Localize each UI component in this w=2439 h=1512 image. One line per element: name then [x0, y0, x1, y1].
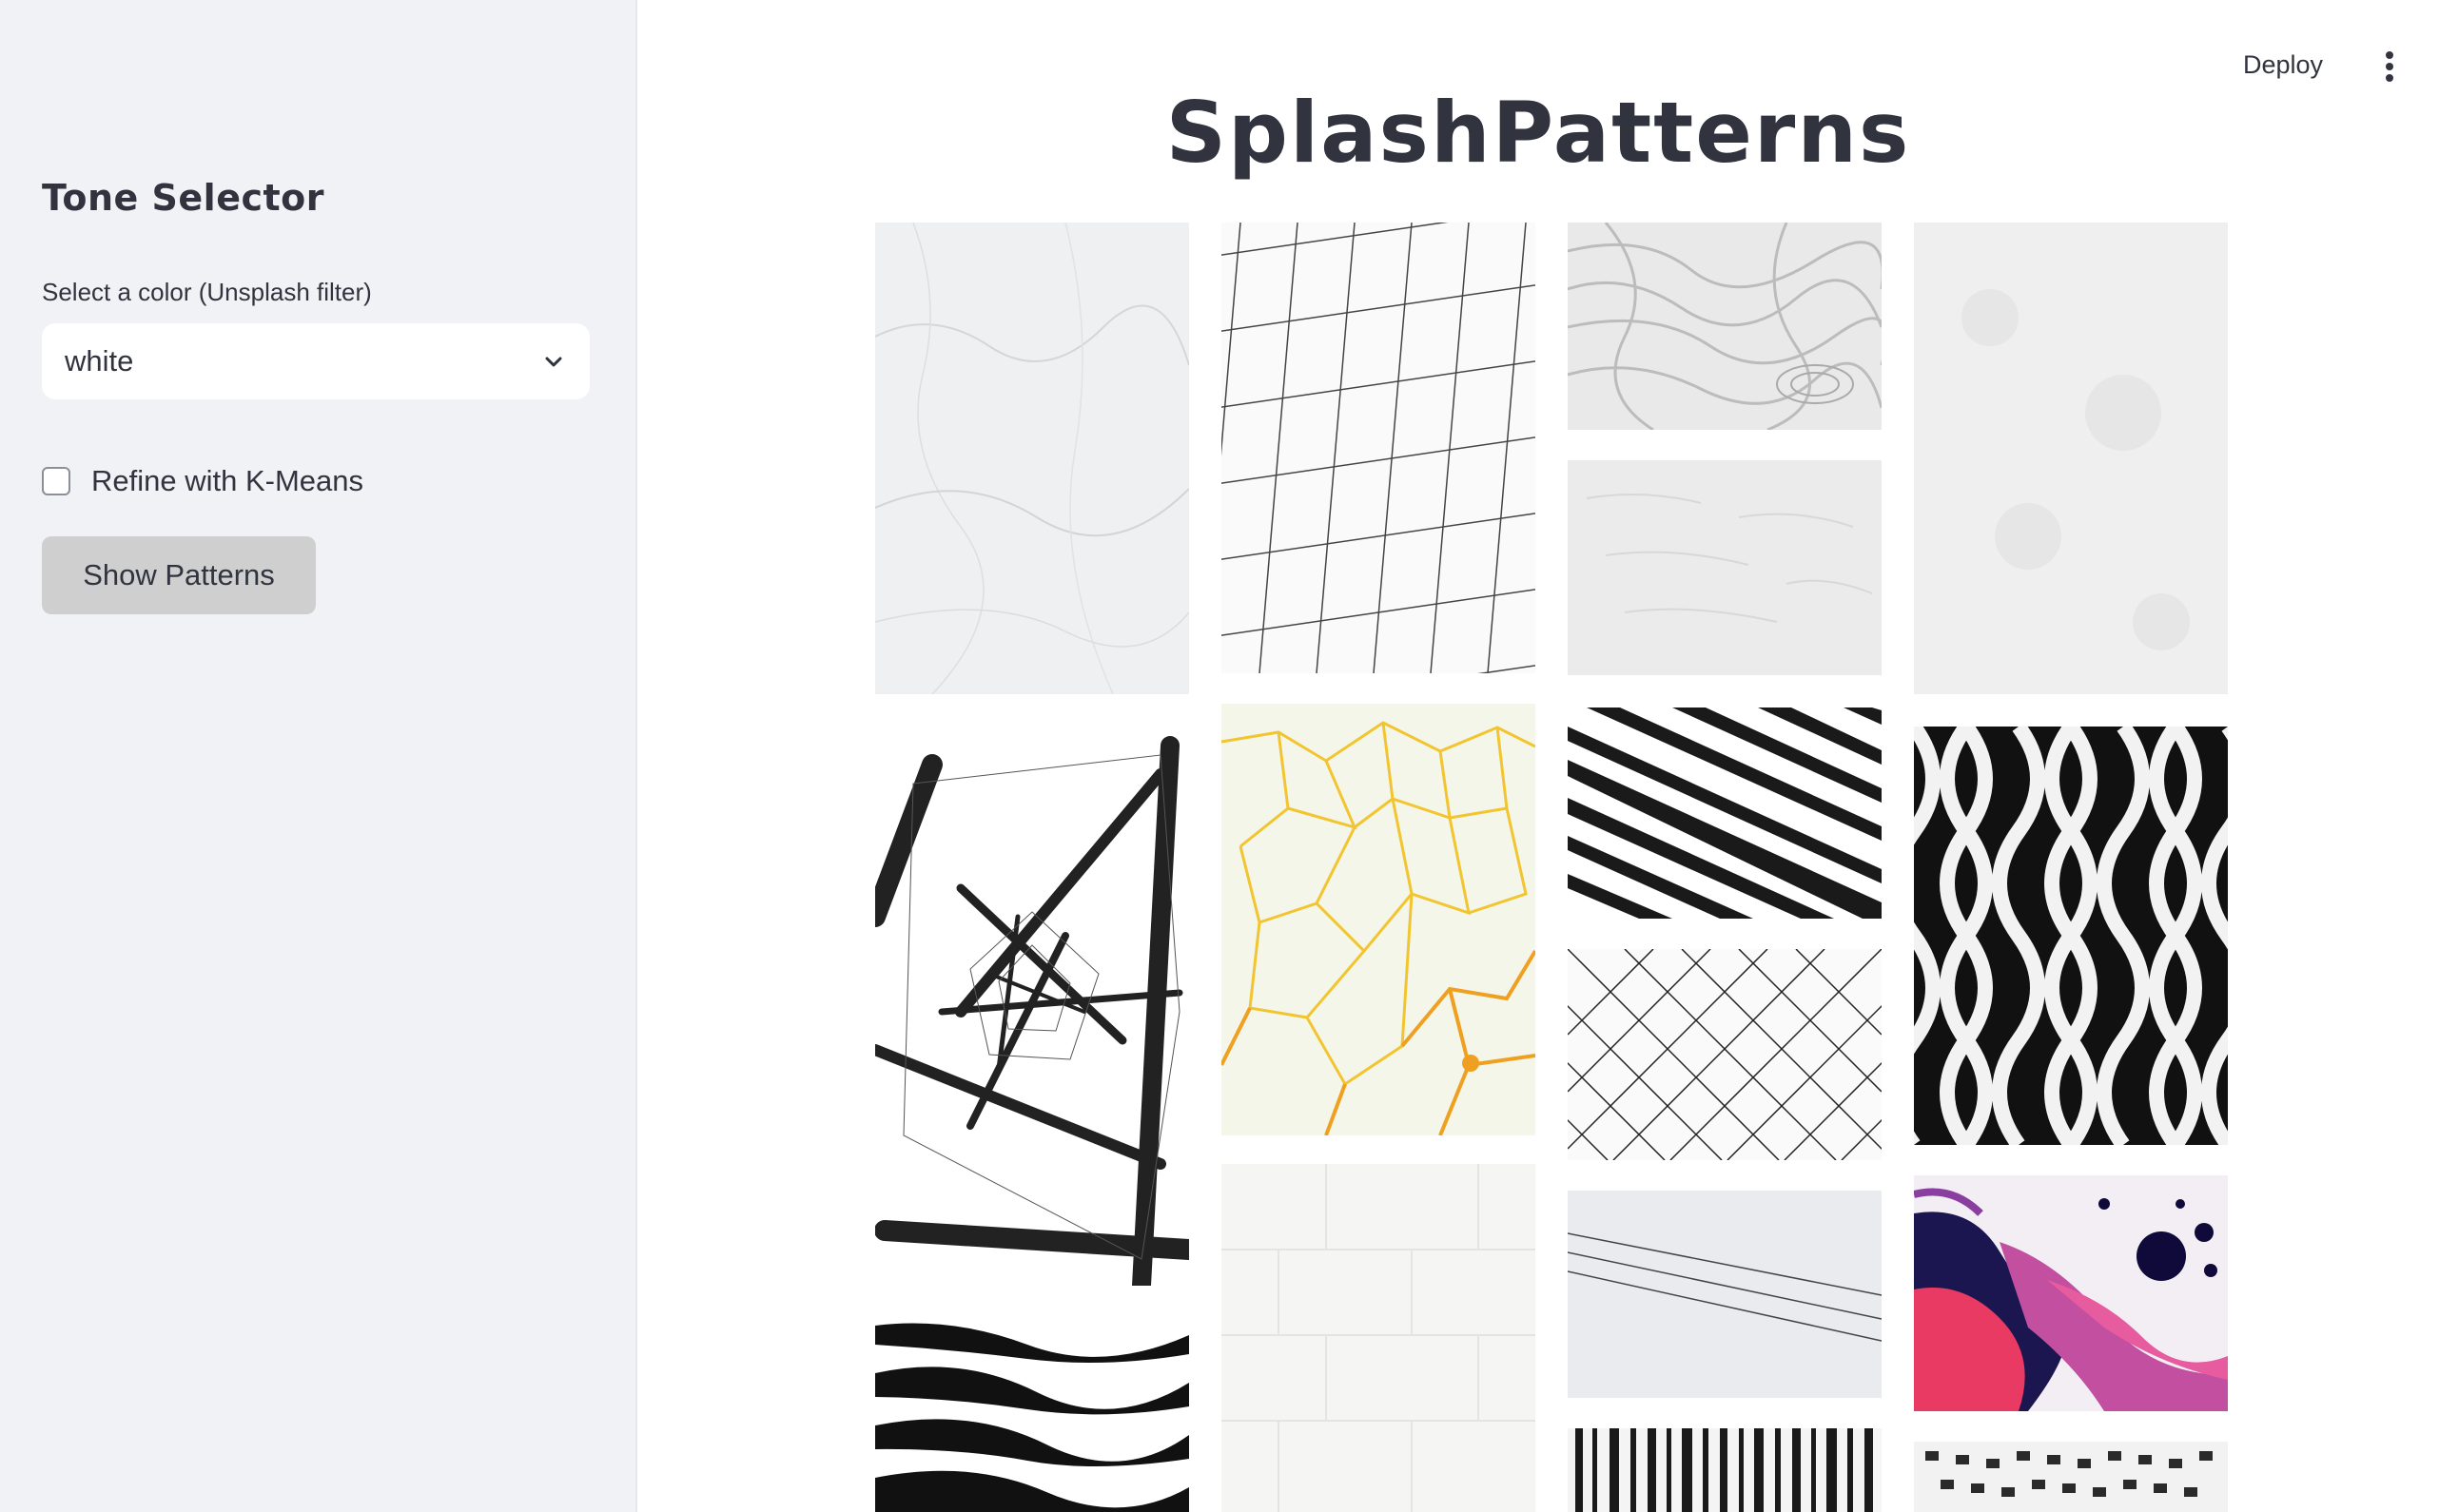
pattern-image-black-poles-spiral[interactable] — [875, 727, 1189, 1286]
sidebar: Tone Selector Select a color (Unsplash f… — [0, 0, 637, 1512]
pattern-image-vertical-poles[interactable] — [1568, 1428, 1882, 1512]
color-select-value: white — [65, 344, 134, 378]
pattern-image-chain-link-fence[interactable] — [1568, 949, 1882, 1160]
pattern-image-yellow-cell-veins[interactable] — [1221, 704, 1535, 1135]
pattern-image-power-lines-sky[interactable] — [1568, 1191, 1882, 1398]
pattern-image-white-snow-texture[interactable] — [1914, 223, 2228, 694]
pattern-image-black-white-lattice[interactable] — [1914, 727, 2228, 1145]
pattern-image-white-brick-wall[interactable] — [1221, 1164, 1535, 1512]
more-vertical-icon[interactable] — [2369, 46, 2410, 87]
color-select-label: Select a color (Unsplash filter) — [42, 278, 372, 306]
pattern-image-diagonal-stripes[interactable] — [1568, 708, 1882, 919]
sidebar-title: Tone Selector — [42, 177, 325, 219]
pattern-image-white-marble[interactable] — [875, 223, 1189, 694]
pattern-image-white-swirl-sculpture[interactable] — [1568, 223, 1882, 430]
refine-kmeans-label: Refine with K-Means — [91, 464, 364, 497]
refine-kmeans-toggle[interactable]: Refine with K-Means — [42, 464, 363, 498]
pattern-image-white-grid-facade[interactable] — [1914, 1442, 2228, 1512]
page-title: SplashPatterns — [1165, 84, 1911, 182]
chevron-down-icon — [540, 348, 567, 375]
show-patterns-button[interactable]: Show Patterns — [42, 536, 316, 614]
pattern-image-white-diamond-facade[interactable] — [1221, 223, 1535, 673]
refine-kmeans-checkbox[interactable] — [42, 467, 70, 495]
color-select[interactable]: white — [42, 323, 590, 399]
pattern-image-black-white-waves[interactable] — [875, 1316, 1189, 1512]
pattern-image-pink-purple-fluid-art[interactable] — [1914, 1175, 2228, 1411]
pattern-image-white-plaster-texture[interactable] — [1568, 460, 1882, 675]
